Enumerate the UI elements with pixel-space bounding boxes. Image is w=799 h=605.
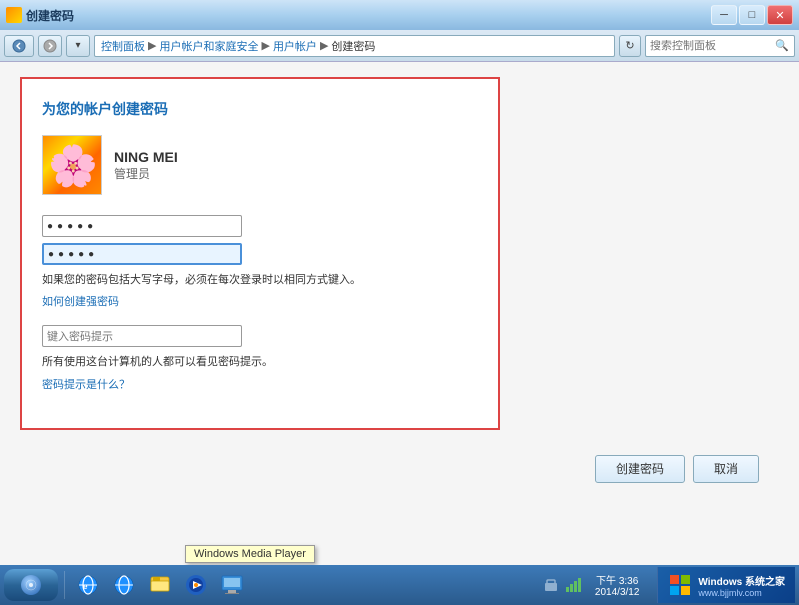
action-buttons: 创建密码 取消 [20,445,779,493]
password-field[interactable]: ●●●●● [42,215,242,237]
user-name: NING MEI [114,149,178,165]
ie2-taskbar-icon[interactable] [107,568,141,602]
minimize-button[interactable]: ─ [711,5,737,25]
title-bar-controls: ─ □ ✕ [711,5,793,25]
dropdown-button[interactable]: ▾ [66,35,90,57]
brand-text: Windows 系统之家 www.bjjmlv.com [698,573,785,598]
search-icon[interactable]: 🔍 [775,37,791,55]
windows-brand: Windows 系统之家 www.bjjmlv.com [657,567,795,603]
address-bar: ▾ 控制面板 ▶ 用户帐户和家庭安全 ▶ 用户帐户 ▶ 创建密码 ↻ 🔍 [0,30,799,62]
form-panel: 为您的帐户创建密码 NING MEI 管理员 ●●●●● ●●●●● 如果您的密… [20,77,500,430]
ie-taskbar-icon[interactable]: e [71,568,105,602]
confirm-password-dots: ●●●●● [48,249,98,260]
breadcrumb-arrow-2: ▶ [261,39,269,52]
start-orb [21,575,41,595]
wmp-taskbar-icon[interactable] [179,568,213,602]
hint-note: 所有使用这台计算机的人都可以看见密码提示。 [42,355,462,370]
clock-date: 2014/3/12 [595,587,640,598]
password-dots: ●●●●● [47,221,97,232]
form-title: 为您的帐户创建密码 [42,99,478,119]
wmp-tooltip: Windows Media Player [185,545,315,563]
svg-text:e: e [83,582,88,591]
caps-hint: 如果您的密码包括大写字母，必须在每次登录时以相同方式键入。 [42,273,462,288]
user-details: NING MEI 管理员 [114,149,178,182]
breadcrumb-part2[interactable]: 用户帐户和家庭安全 [159,38,258,54]
start-button[interactable] [4,569,58,601]
taskbar-divider-1 [64,571,65,599]
title-bar: 创建密码 ─ □ ✕ [0,0,799,30]
search-bar: 🔍 [645,35,795,57]
breadcrumb: 控制面板 ▶ 用户帐户和家庭安全 ▶ 用户帐户 ▶ 创建密码 [94,35,615,57]
forward-button[interactable] [38,35,62,57]
create-password-button[interactable]: 创建密码 [595,455,685,483]
tray-icon-1[interactable] [543,577,559,593]
clock-time: 下午 3:36 [596,572,638,587]
tray-icon-2[interactable] [565,577,581,593]
hint-info-link[interactable]: 密码提示是什么？ [42,376,130,392]
window-title: 创建密码 [26,7,74,24]
breadcrumb-part3[interactable]: 用户帐户 [273,38,317,54]
breadcrumb-arrow-1: ▶ [148,39,156,52]
user-info: NING MEI 管理员 [42,135,478,195]
avatar-image [43,136,102,195]
refresh-button[interactable]: ↻ [619,35,641,57]
title-bar-left: 创建密码 [6,7,74,24]
clock[interactable]: 下午 3:36 2014/3/12 [587,572,648,598]
windows-logo [668,573,692,597]
breadcrumb-arrow-3: ▶ [320,39,328,52]
brand-line1: Windows 系统之家 [698,573,785,588]
main-window: 创建密码 ─ □ ✕ ▾ 控制面板 ▶ 用户帐户和家庭安全 ▶ [0,0,799,565]
hint-input-field[interactable]: 键入密码提示 [42,325,242,347]
explorer-taskbar-icon[interactable] [143,568,177,602]
taskbar: e [0,565,799,605]
cancel-button[interactable]: 取消 [693,455,759,483]
close-button[interactable]: ✕ [767,5,793,25]
confirm-password-field[interactable]: ●●●●● [42,243,242,265]
maximize-button[interactable]: □ [739,5,765,25]
desktop-taskbar-icon[interactable] [215,568,249,602]
hint-placeholder: 键入密码提示 [47,328,113,344]
window-icon [6,7,22,23]
breadcrumb-part4: 创建密码 [331,38,375,54]
content-area: 为您的帐户创建密码 NING MEI 管理员 ●●●●● ●●●●● 如果您的密… [0,62,799,565]
search-input[interactable] [650,40,771,52]
user-role: 管理员 [114,165,178,182]
system-tray: 下午 3:36 2014/3/12 [535,572,656,598]
breadcrumb-part1[interactable]: 控制面板 [101,38,145,54]
brand-line2: www.bjjmlv.com [698,588,785,598]
user-avatar [42,135,102,195]
back-button[interactable] [4,35,34,57]
create-strong-password-link[interactable]: 如何创建强密码 [42,293,119,309]
